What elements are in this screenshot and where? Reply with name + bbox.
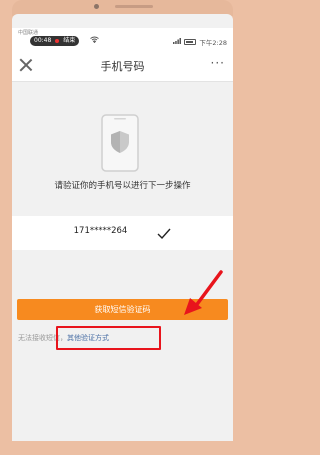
carrier-label: 中国联通 xyxy=(18,30,39,36)
annotation-arrow-icon xyxy=(184,270,223,315)
status-bar: 中国联通 00:48 结束 下午2:28 xyxy=(12,28,233,48)
nav-bar: 手机号码 ··· xyxy=(12,48,233,82)
more-icon[interactable]: ··· xyxy=(211,56,225,70)
wifi-icon xyxy=(90,36,99,45)
phone-number-option[interactable]: 171*****264 xyxy=(12,216,233,250)
screen-recording-pill[interactable]: 00:48 结束 xyxy=(30,36,80,46)
phone-number: 171*****264 xyxy=(73,226,128,236)
recording-end-label: 结束 xyxy=(63,37,76,44)
speaker-grille xyxy=(115,5,153,8)
page-title: 手机号码 xyxy=(100,60,145,73)
phone-screen: 中国联通 00:48 结束 下午2:28 手机号码 ··· 请验证你的手机号以进… xyxy=(12,14,233,455)
device-frame-left xyxy=(0,0,12,455)
front-camera-icon xyxy=(94,4,99,9)
verification-prompt: 请验证你的手机号以进行下一步操作 xyxy=(54,181,191,191)
signal-icon xyxy=(173,38,182,46)
annotation-highlight-box xyxy=(56,326,161,350)
device-frame-right xyxy=(233,0,245,455)
battery-icon xyxy=(184,39,197,45)
record-dot-icon xyxy=(55,39,60,43)
phone-shield-icon xyxy=(98,114,142,180)
recording-time: 00:48 xyxy=(34,37,52,44)
clock: 下午2:28 xyxy=(199,39,227,47)
checkmark-icon xyxy=(157,225,171,240)
device-frame-bottom xyxy=(0,441,245,455)
status-right-group: 下午2:28 xyxy=(173,37,227,47)
